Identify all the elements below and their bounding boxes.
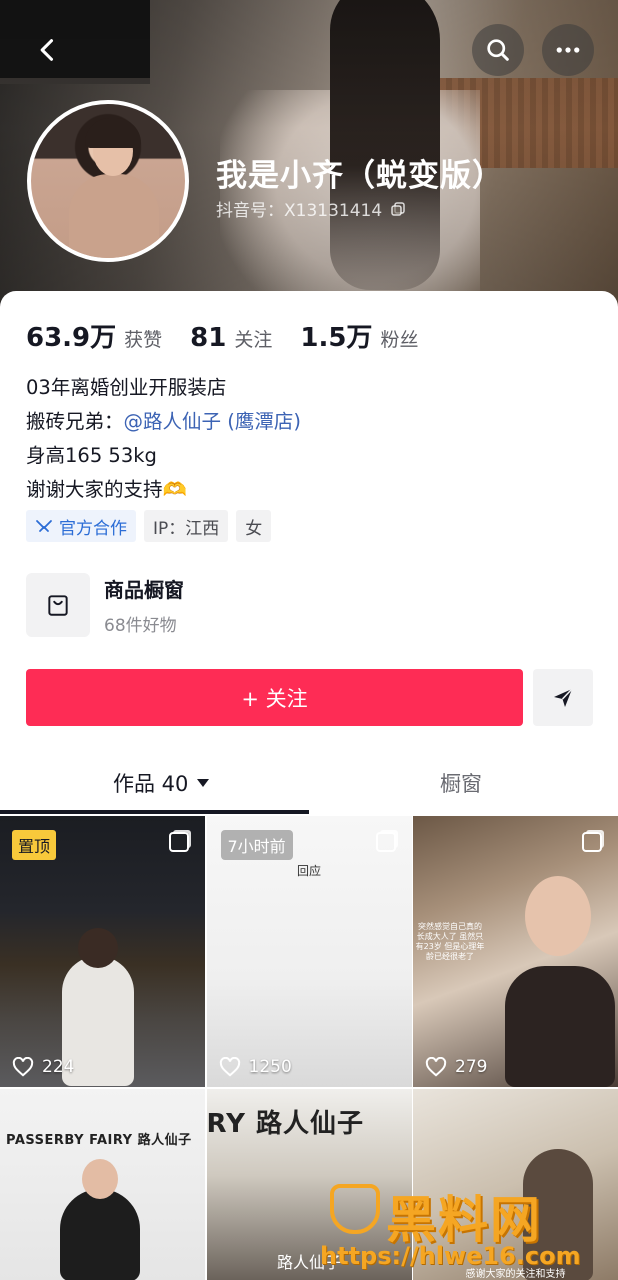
tag-gender: 女 bbox=[236, 510, 272, 542]
search-button[interactable] bbox=[472, 24, 524, 76]
share-button[interactable] bbox=[533, 669, 593, 726]
watermark-logo-icon bbox=[330, 1184, 380, 1234]
search-icon bbox=[487, 39, 509, 61]
shop-subtitle: 68件好物 bbox=[104, 616, 177, 636]
multi-image-icon bbox=[169, 832, 189, 852]
post-tile[interactable]: PASSERBY FAIRY 路人仙子 bbox=[0, 1089, 205, 1280]
post-sign: RY 路人仙子 bbox=[206, 1109, 364, 1139]
pinned-badge: 置顶 bbox=[12, 830, 57, 860]
bio: 03年离婚创业开服装店 搬砖兄弟：@路人仙子 (鹰潭店) 身高165 53kg … bbox=[26, 371, 301, 507]
post-tile[interactable]: 7小时前 回应 1250 bbox=[206, 816, 412, 1087]
more-dots-icon bbox=[556, 47, 580, 53]
shop-title: 商品橱窗 bbox=[104, 578, 184, 602]
multi-image-icon bbox=[375, 832, 396, 852]
post-tile[interactable]: 置顶 224 bbox=[0, 816, 205, 1087]
shopping-bag-icon bbox=[26, 573, 90, 637]
chevron-left-icon bbox=[40, 39, 54, 61]
post-likes: 279 bbox=[425, 1057, 487, 1077]
stat-followers[interactable]: 1.5万 粉丝 bbox=[300, 317, 418, 354]
douyin-id: 抖音号：X13131414 bbox=[216, 201, 383, 221]
post-sign: PASSERBY FAIRY 路人仙子 bbox=[6, 1133, 192, 1148]
bio-line: 谢谢大家的支持🫶 bbox=[26, 478, 187, 501]
content-tabs: 作品 40 橱窗 bbox=[0, 756, 618, 816]
back-button[interactable] bbox=[22, 24, 74, 76]
post-caption: 突然感觉自己真的长成大人了 虽然只有23岁 但是心理年龄已经很老了 bbox=[415, 922, 485, 961]
stat-likes[interactable]: 63.9万 获赞 bbox=[26, 317, 162, 354]
tag-official[interactable]: 官方合作 bbox=[26, 510, 136, 542]
avatar[interactable] bbox=[27, 100, 189, 262]
post-caption: 回应 bbox=[296, 864, 321, 878]
time-badge: 7小时前 bbox=[220, 830, 293, 860]
tab-indicator bbox=[0, 810, 309, 814]
mention-link[interactable]: @路人仙子 (鹰潭店) bbox=[124, 410, 301, 433]
heart-icon bbox=[12, 1057, 34, 1077]
nickname: 我是小齐（蜕变版） bbox=[216, 158, 504, 194]
post-likes: 1250 bbox=[219, 1057, 292, 1077]
bio-line: 03年离婚创业开服装店 bbox=[26, 376, 227, 399]
tag-ip: IP：江西 bbox=[144, 510, 229, 542]
watermark: 黑料网 https://hlwe16.com bbox=[320, 1180, 618, 1280]
bio-line: 身高165 53kg bbox=[26, 444, 157, 467]
tag-row: 官方合作 IP：江西 女 bbox=[26, 510, 272, 542]
bio-line: 搬砖兄弟：@路人仙子 (鹰潭店) bbox=[26, 410, 301, 433]
stats-row: 63.9万 获赞 81 关注 1.5万 粉丝 bbox=[26, 317, 446, 354]
send-icon bbox=[554, 687, 573, 707]
handshake-icon bbox=[36, 520, 52, 532]
post-likes: 224 bbox=[12, 1057, 74, 1077]
douyin-id-row[interactable]: 抖音号：X13131414 bbox=[216, 196, 406, 221]
tab-window[interactable]: 橱窗 bbox=[440, 768, 482, 798]
stat-following[interactable]: 81 关注 bbox=[190, 323, 272, 353]
heart-icon bbox=[425, 1057, 447, 1077]
shop-window-entry[interactable]: 商品橱窗 68件好物 bbox=[26, 573, 184, 637]
watermark-url: https://hlwe16.com bbox=[320, 1242, 581, 1270]
heart-icon bbox=[219, 1057, 240, 1077]
multi-image-icon bbox=[582, 832, 602, 852]
follow-button[interactable]: + 关注 bbox=[26, 669, 523, 726]
tab-works[interactable]: 作品 40 bbox=[113, 768, 210, 798]
copy-icon[interactable] bbox=[390, 201, 406, 217]
more-button[interactable] bbox=[542, 24, 594, 76]
post-tile[interactable]: 突然感觉自己真的长成大人了 虽然只有23岁 但是心理年龄已经很老了 279 bbox=[413, 816, 618, 1087]
caret-down-icon bbox=[197, 779, 210, 787]
